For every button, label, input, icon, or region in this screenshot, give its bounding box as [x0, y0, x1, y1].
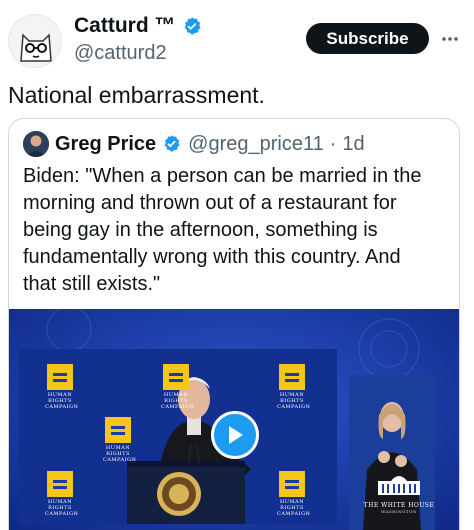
cat-avatar-icon[interactable]	[8, 14, 62, 68]
time-separator: ·	[329, 132, 337, 155]
white-house-logo: THE WHITE HOUSE WASHINGTON	[359, 471, 439, 514]
tweet-header: Catturd ™ @catturd2 Subscribe	[0, 0, 474, 80]
quoted-author-avatar[interactable]	[23, 131, 49, 157]
quoted-tweet-text: Biden: "When a person can be married in …	[23, 163, 453, 298]
author-display-name[interactable]: Catturd ™	[74, 14, 176, 38]
author-handle[interactable]: @catturd2	[74, 42, 167, 65]
quoted-text-line: that still exists."	[23, 273, 161, 295]
video-thumbnail[interactable]: HUMAN RIGHTS CAMPAIGN HUMAN RIGHTS CAMPA…	[9, 309, 459, 530]
tweet-text: National embarrassment.	[8, 82, 265, 108]
hrc-sign: HUMAN RIGHTS CAMPAIGN	[277, 471, 311, 517]
more-options-icon[interactable]	[438, 27, 462, 51]
play-icon[interactable]	[211, 411, 259, 459]
hrc-sign: HUMAN RIGHTS CAMPAIGN	[161, 364, 195, 410]
white-house-icon	[378, 476, 420, 495]
verified-badge-icon[interactable]	[182, 16, 202, 36]
sign-caption: HUMAN RIGHTS CAMPAIGN	[161, 392, 195, 410]
hrc-sign: HUMAN RIGHTS CAMPAIGN	[103, 417, 137, 463]
hrc-sign: HUMAN RIGHTS CAMPAIGN	[45, 364, 79, 410]
author-name-row[interactable]: Catturd ™	[74, 14, 202, 38]
white-house-label: THE WHITE HOUSE	[363, 502, 435, 509]
quoted-tweet-card[interactable]: Greg Price @greg_price11 · 1d Biden: "Wh…	[8, 118, 460, 530]
quoted-author-name[interactable]: Greg Price	[55, 133, 156, 156]
sign-caption: HUMAN RIGHTS CAMPAIGN	[277, 392, 311, 410]
quoted-text-line: morning and thrown out of a restaurant f…	[23, 192, 397, 214]
subscribe-button[interactable]: Subscribe	[306, 23, 429, 54]
quoted-text-line: fundamentally wrong with this country. A…	[23, 246, 401, 268]
sign-caption: HUMAN RIGHTS CAMPAIGN	[45, 392, 79, 410]
sign-caption: HUMAN RIGHTS CAMPAIGN	[277, 499, 311, 517]
hrc-sign: HUMAN RIGHTS CAMPAIGN	[45, 471, 79, 517]
verified-badge-icon	[162, 134, 182, 154]
quoted-time[interactable]: 1d	[342, 133, 364, 156]
quoted-text-line: being gay in the afternoon, something is	[23, 219, 378, 241]
sign-caption: HUMAN RIGHTS CAMPAIGN	[45, 499, 79, 517]
quoted-author-handle[interactable]: @greg_price11	[188, 133, 324, 156]
hrc-sign: HUMAN RIGHTS CAMPAIGN	[277, 364, 311, 410]
sign-caption: HUMAN RIGHTS CAMPAIGN	[103, 445, 137, 463]
quoted-text-line: Biden: "When a person can be married in …	[23, 165, 422, 187]
quoted-tweet-header: Greg Price @greg_price11 · 1d	[23, 131, 365, 157]
white-house-sublabel: WASHINGTON	[381, 509, 417, 514]
